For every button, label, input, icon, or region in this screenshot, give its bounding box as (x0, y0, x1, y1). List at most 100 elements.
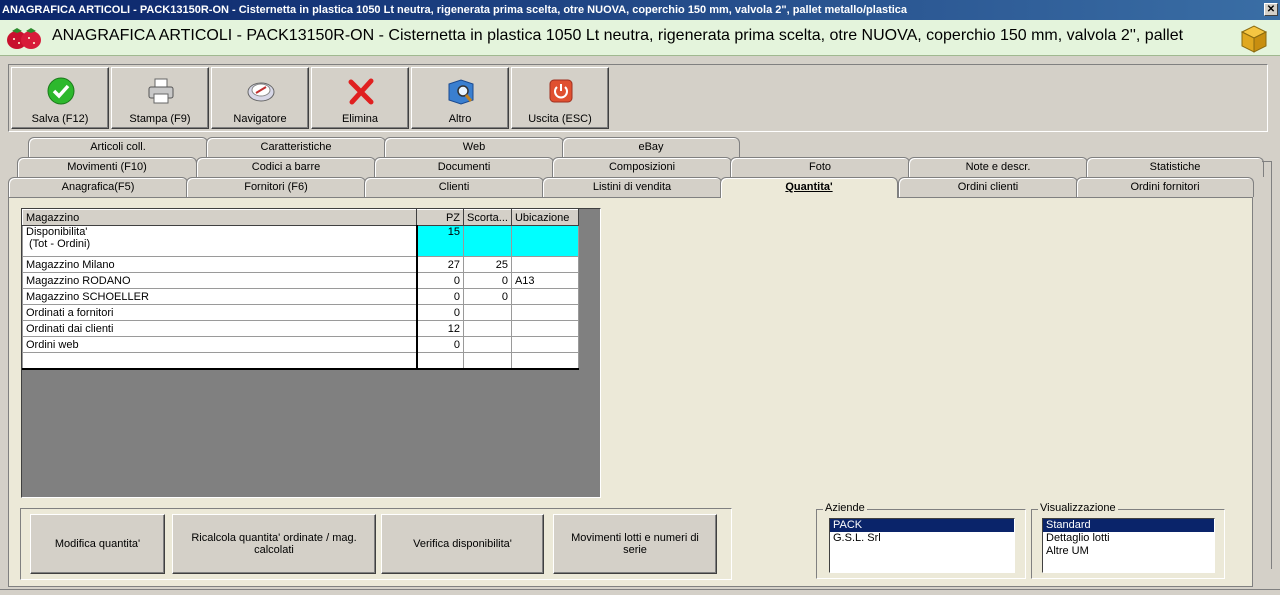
table-row[interactable]: Magazzino SCHOELLER 0 0 (22, 288, 579, 305)
delete-button[interactable]: Elimina (311, 67, 409, 129)
cell-ubicazione[interactable] (510, 352, 579, 370)
cell-scorta[interactable]: 25 (463, 256, 512, 273)
modify-quantity-button[interactable]: Modifica quantita' (30, 514, 165, 574)
table-row[interactable]: Ordinati dai clienti 12 (22, 320, 579, 337)
table-row[interactable] (22, 352, 579, 370)
tab-codici-a-barre[interactable]: Codici a barre (196, 157, 376, 177)
aziende-item-gsl[interactable]: G.S.L. Srl (830, 532, 1014, 545)
cell-pz[interactable]: 0 (416, 336, 464, 353)
cell-ubicazione[interactable] (510, 336, 579, 353)
table-row[interactable]: Ordini web 0 (22, 336, 579, 353)
checkmark-icon (47, 77, 75, 105)
tab-listini-di-vendita[interactable]: Listini di vendita (542, 177, 722, 197)
tab-web[interactable]: Web (384, 137, 564, 157)
power-icon (549, 79, 573, 103)
save-button[interactable]: Salva (F12) (11, 67, 109, 129)
strawberry-logo-icon (7, 28, 41, 49)
save-button-label: Salva (F12) (31, 113, 89, 125)
cell-pz[interactable]: 0 (416, 272, 464, 289)
tab-fornitori[interactable]: Fornitori (F6) (186, 177, 366, 197)
row-name[interactable] (22, 352, 418, 370)
tab-articoli-coll[interactable]: Articoli coll. (28, 137, 208, 157)
aziende-item-pack[interactable]: PACK (830, 519, 1014, 532)
row-name[interactable]: Ordinati a fornitori (22, 304, 418, 321)
tab-foto[interactable]: Foto (730, 157, 910, 177)
tab-ebay[interactable]: eBay (562, 137, 740, 157)
printer-icon (148, 78, 174, 104)
window-title: ANAGRAFICA ARTICOLI - PACK13150R-ON - Ci… (2, 4, 908, 16)
column-header-scorta[interactable]: Scorta... (463, 209, 512, 226)
cell-pz[interactable]: 0 (416, 304, 464, 321)
recalculate-button[interactable]: Ricalcola quantita' ordinate / mag. calc… (172, 514, 376, 574)
tab-stack-edge (1262, 161, 1272, 569)
cell-ubicazione[interactable] (510, 320, 579, 337)
tab-anagrafica[interactable]: Anagrafica(F5) (8, 177, 188, 197)
cell-scorta[interactable] (463, 352, 512, 370)
cell-pz[interactable] (416, 352, 464, 370)
cell-pz[interactable]: 27 (416, 256, 464, 273)
visualizzazione-item-standard[interactable]: Standard (1043, 519, 1214, 532)
column-header-ubicazione[interactable]: Ubicazione (510, 209, 579, 226)
navigator-button-label: Navigatore (233, 113, 287, 125)
window-titlebar: ANAGRAFICA ARTICOLI - PACK13150R-ON - Ci… (0, 0, 1280, 20)
row-name-line2: (Tot - Ordini) (29, 238, 91, 250)
page-title: ANAGRAFICA ARTICOLI - PACK13150R-ON - Ci… (52, 27, 1184, 44)
cell-scorta[interactable] (463, 336, 512, 353)
cell-pz[interactable]: 12 (416, 320, 464, 337)
cell-ubicazione[interactable] (510, 304, 579, 321)
column-header-magazzino[interactable]: Magazzino (22, 209, 417, 226)
cell-pz[interactable]: 0 (416, 288, 464, 305)
status-bar (0, 589, 1280, 595)
cell-ubicazione[interactable] (510, 225, 579, 257)
exit-button[interactable]: Uscita (ESC) (511, 67, 609, 129)
aziende-listbox[interactable]: PACK G.S.L. Srl (829, 518, 1015, 573)
exit-button-label: Uscita (ESC) (528, 113, 592, 125)
warehouse-table: Magazzino PZ Scorta... Ubicazione Dispon… (22, 209, 579, 370)
row-name[interactable]: Ordini web (22, 336, 418, 353)
print-button-label: Stampa (F9) (129, 113, 191, 125)
cell-scorta[interactable] (463, 225, 512, 257)
visualizzazione-listbox[interactable]: Standard Dettaglio lotti Altre UM (1042, 518, 1215, 573)
page-header: ANAGRAFICA ARTICOLI - PACK13150R-ON - Ci… (0, 20, 1280, 56)
row-name[interactable]: Magazzino RODANO (22, 272, 418, 289)
cell-scorta[interactable]: 0 (463, 288, 512, 305)
aziende-label: Aziende (823, 502, 867, 514)
package-box-icon (1240, 25, 1268, 53)
lots-movements-button[interactable]: Movimenti lotti e numeri di serie (553, 514, 717, 574)
tab-note-e-descr[interactable]: Note e descr. (908, 157, 1088, 177)
cell-ubicazione[interactable]: A13 (510, 272, 579, 289)
window-close-button[interactable]: ✕ (1264, 3, 1278, 16)
tab-documenti[interactable]: Documenti (374, 157, 554, 177)
verify-availability-button[interactable]: Verifica disponibilita' (381, 514, 544, 574)
navigator-button[interactable]: Navigatore (211, 67, 309, 129)
tab-composizioni[interactable]: Composizioni (552, 157, 732, 177)
tab-ordini-fornitori[interactable]: Ordini fornitori (1076, 177, 1254, 197)
cell-ubicazione[interactable] (510, 288, 579, 305)
cell-scorta[interactable] (463, 320, 512, 337)
table-row[interactable]: Magazzino Milano 27 25 (22, 256, 579, 273)
column-header-pz[interactable]: PZ (416, 209, 464, 226)
tab-movimenti[interactable]: Movimenti (F10) (17, 157, 197, 177)
table-row[interactable]: Disponibilita' (Tot - Ordini) 15 (22, 225, 579, 257)
visualizzazione-item-altre-um[interactable]: Altre UM (1043, 545, 1214, 558)
table-row[interactable]: Ordinati a fornitori 0 (22, 304, 579, 321)
row-name[interactable]: Magazzino Milano (22, 256, 418, 273)
tab-quantita[interactable]: Quantita' (720, 177, 898, 198)
row-name[interactable]: Ordinati dai clienti (22, 320, 418, 337)
table-header-row: Magazzino PZ Scorta... Ubicazione (22, 209, 579, 226)
tab-statistiche[interactable]: Statistiche (1086, 157, 1264, 177)
table-row[interactable]: Magazzino RODANO 0 0 A13 (22, 272, 579, 289)
print-button[interactable]: Stampa (F9) (111, 67, 209, 129)
row-name[interactable]: Disponibilita' (Tot - Ordini) (22, 225, 418, 257)
tab-clienti[interactable]: Clienti (364, 177, 544, 197)
cell-pz[interactable]: 15 (416, 225, 464, 257)
cell-ubicazione[interactable] (510, 256, 579, 273)
book-search-icon (448, 79, 474, 105)
tab-caratteristiche[interactable]: Caratteristiche (206, 137, 386, 157)
cell-scorta[interactable] (463, 304, 512, 321)
visualizzazione-item-dettaglio-lotti[interactable]: Dettaglio lotti (1043, 532, 1214, 545)
cell-scorta[interactable]: 0 (463, 272, 512, 289)
row-name[interactable]: Magazzino SCHOELLER (22, 288, 418, 305)
other-button[interactable]: Altro (411, 67, 509, 129)
tab-ordini-clienti[interactable]: Ordini clienti (898, 177, 1078, 197)
